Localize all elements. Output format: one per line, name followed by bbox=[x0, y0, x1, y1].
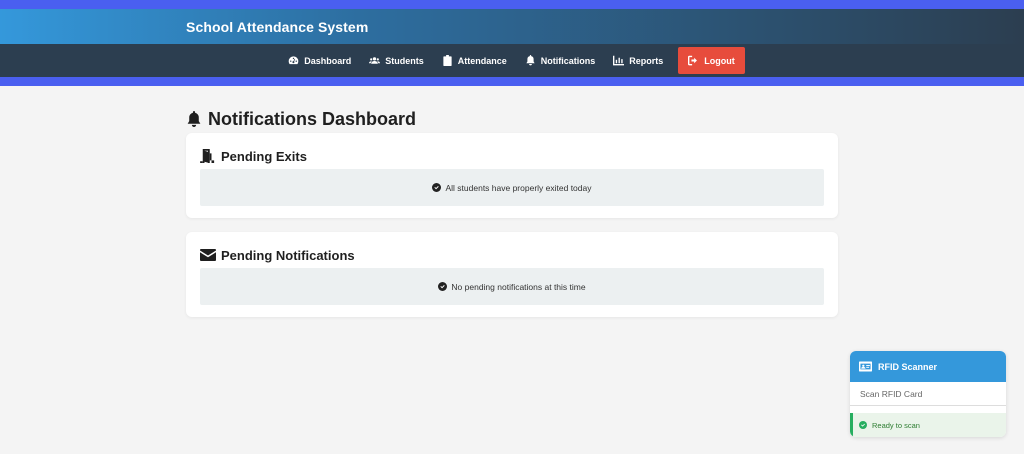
logout-label: Logout bbox=[704, 55, 735, 66]
rfid-input[interactable]: Scan RFID Card bbox=[850, 382, 1006, 406]
rfid-scanner-widget: RFID Scanner Scan RFID Card Ready to sca… bbox=[850, 351, 1006, 437]
bell-icon bbox=[187, 110, 201, 127]
page-title: Notifications Dashboard bbox=[186, 108, 838, 130]
nav-item-students[interactable]: Students bbox=[360, 47, 433, 74]
bell-icon bbox=[526, 55, 535, 66]
rfid-status: Ready to scan bbox=[850, 413, 1006, 437]
app-header: School Attendance System bbox=[0, 9, 1024, 44]
main-nav: Dashboard Students Attendance Notificati… bbox=[0, 44, 1024, 77]
app-title: School Attendance System bbox=[186, 18, 369, 35]
nav-label: Notifications bbox=[540, 55, 596, 66]
pending-exits-message: All students have properly exited today bbox=[445, 182, 592, 193]
nav-item-notifications[interactable]: Notifications bbox=[516, 47, 605, 74]
id-card-icon bbox=[859, 361, 872, 372]
page-title-text: Notifications Dashboard bbox=[208, 108, 417, 129]
check-circle-icon bbox=[859, 421, 867, 429]
logout-icon bbox=[688, 55, 698, 66]
pending-exits-card: Pending Exits All students have properly… bbox=[186, 133, 838, 218]
users-icon bbox=[369, 57, 381, 64]
pending-notifications-card: Pending Notifications No pending notific… bbox=[186, 232, 838, 317]
gauge-icon bbox=[288, 56, 299, 65]
nav-label: Reports bbox=[629, 55, 664, 66]
bottom-accent-strip bbox=[0, 77, 1024, 86]
rfid-scanner-title: RFID Scanner bbox=[878, 361, 938, 372]
nav-label: Dashboard bbox=[304, 55, 352, 66]
logout-button[interactable]: Logout bbox=[678, 47, 745, 74]
check-circle-icon bbox=[438, 282, 448, 291]
pending-exits-message-box: All students have properly exited today bbox=[200, 169, 824, 206]
nav-item-dashboard[interactable]: Dashboard bbox=[279, 47, 360, 74]
check-circle-icon bbox=[432, 183, 442, 192]
nav-item-reports[interactable]: Reports bbox=[604, 47, 672, 74]
top-accent-strip bbox=[0, 0, 1024, 9]
clipboard-check-icon bbox=[443, 55, 452, 66]
rfid-scanner-header: RFID Scanner bbox=[850, 351, 1006, 382]
rfid-input-placeholder: Scan RFID Card bbox=[860, 388, 923, 399]
envelope-icon bbox=[200, 249, 216, 261]
pending-exits-title-text: Pending Exits bbox=[221, 148, 307, 164]
pending-notifications-title-text: Pending Notifications bbox=[221, 247, 355, 263]
main-content: Notifications Dashboard Pending Exits Al… bbox=[186, 108, 838, 317]
rfid-status-text: Ready to scan bbox=[872, 420, 920, 430]
door-exit-icon bbox=[200, 149, 215, 163]
pending-notifications-message-box: No pending notifications at this time bbox=[200, 268, 824, 305]
nav-label: Attendance bbox=[457, 55, 507, 66]
nav-label: Students bbox=[385, 55, 424, 66]
pending-notifications-title: Pending Notifications bbox=[200, 247, 824, 263]
pending-notifications-message: No pending notifications at this time bbox=[451, 281, 586, 292]
nav-item-attendance[interactable]: Attendance bbox=[433, 47, 516, 74]
pending-exits-title: Pending Exits bbox=[200, 148, 824, 164]
chart-icon bbox=[613, 55, 625, 66]
